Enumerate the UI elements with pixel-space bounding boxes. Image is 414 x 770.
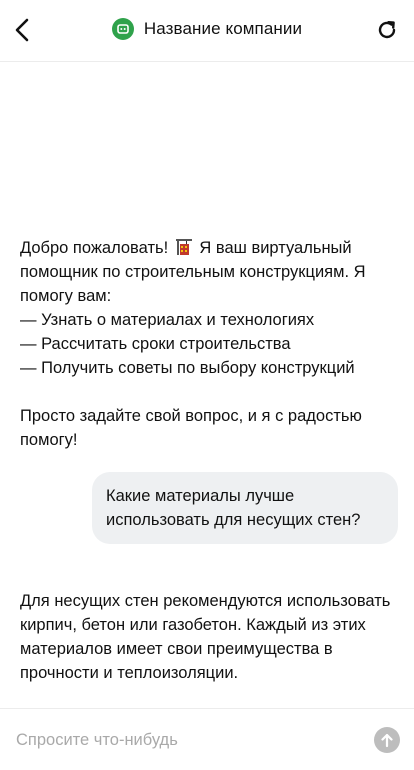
- assistant-message-welcome: Добро пожаловать! Я ваш виртуальный помо…: [20, 236, 392, 452]
- answer-text: Для несущих стен рекомендуются использов…: [20, 592, 391, 682]
- welcome-text-start: Добро пожаловать!: [20, 239, 173, 257]
- arrow-up-icon: [381, 733, 393, 748]
- welcome-text-rest: Я ваш виртуальный помощник по строительн…: [20, 239, 366, 449]
- bot-icon: [117, 24, 129, 34]
- company-logo: [111, 18, 134, 40]
- user-message-bubble: Какие материалы лучше использовать для н…: [92, 472, 398, 544]
- send-button[interactable]: [374, 727, 400, 753]
- refresh-icon: [378, 21, 396, 39]
- message-input[interactable]: [16, 725, 356, 755]
- construction-icon: [175, 239, 192, 255]
- refresh-button[interactable]: [374, 17, 400, 43]
- message-composer: [0, 708, 414, 770]
- company-name: Название компании: [143, 19, 303, 38]
- user-message-text: Какие материалы лучше использовать для н…: [106, 487, 361, 529]
- assistant-message-answer: Для несущих стен рекомендуются использов…: [20, 565, 392, 685]
- header-title: Название компании: [0, 18, 414, 40]
- chat-header: Название компании: [0, 0, 414, 62]
- chat-screen: Название компании Добро пожаловать! Я ва…: [0, 0, 414, 770]
